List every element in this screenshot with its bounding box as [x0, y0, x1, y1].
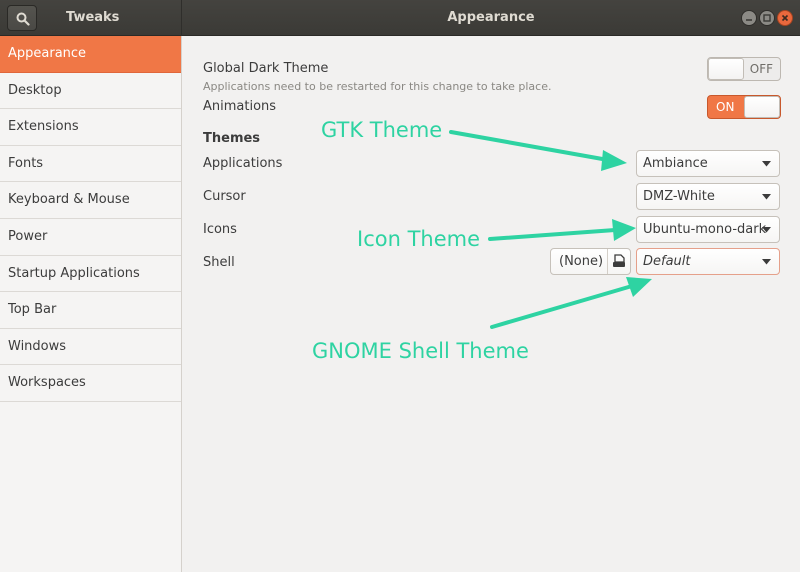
sidebar: Appearance Desktop Extensions Fonts Keyb… [0, 36, 182, 572]
global-dark-theme-label: Global Dark Theme [203, 61, 329, 76]
icons-theme-combo[interactable]: Ubuntu-mono-dark [636, 216, 780, 243]
page-title: Appearance [447, 10, 535, 25]
shell-label: Shell [203, 255, 235, 270]
sidebar-item-power[interactable]: Power [0, 219, 181, 256]
search-button[interactable] [7, 5, 37, 31]
sidebar-item-fonts[interactable]: Fonts [0, 146, 181, 183]
tweaks-window: Tweaks Appearance Appearance Desktop Ext… [0, 0, 800, 572]
switch-state-label: OFF [749, 62, 773, 76]
animations-label: Animations [203, 99, 277, 114]
cursor-theme-value: DMZ-White [643, 189, 715, 204]
header-left: Tweaks [0, 0, 182, 36]
chevron-down-icon [762, 259, 771, 265]
maximize-button[interactable] [759, 10, 775, 26]
switch-state-label: ON [716, 100, 735, 114]
cursor-theme-combo[interactable]: DMZ-White [636, 183, 780, 210]
animations-switch[interactable]: ON [707, 95, 781, 119]
button-separator [607, 249, 608, 274]
chevron-down-icon [762, 227, 771, 233]
sidebar-item-top-bar[interactable]: Top Bar [0, 292, 181, 329]
icons-theme-value: Ubuntu-mono-dark [643, 222, 767, 237]
close-button[interactable] [777, 10, 793, 26]
search-icon [16, 12, 30, 26]
shell-file-chooser-button[interactable]: (None) [550, 248, 631, 275]
applications-theme-combo[interactable]: Ambiance [636, 150, 780, 177]
document-open-icon [613, 254, 625, 267]
header-bar: Tweaks Appearance [0, 0, 800, 36]
shell-theme-combo[interactable]: Default [636, 248, 780, 275]
chevron-down-icon [762, 161, 771, 167]
gtk-theme-annotation: GTK Theme [321, 118, 443, 142]
themes-heading: Themes [203, 131, 261, 146]
restart-note: Applications need to be restarted for th… [203, 80, 552, 93]
sidebar-item-windows[interactable]: Windows [0, 329, 181, 366]
shell-theme-value: Default [643, 254, 691, 269]
minimize-icon [746, 19, 752, 21]
sidebar-item-startup-applications[interactable]: Startup Applications [0, 256, 181, 293]
maximize-icon [763, 14, 771, 22]
shell-file-label: (None) [559, 254, 604, 269]
main-content: Global Dark Theme Applications need to b… [183, 36, 800, 572]
cursor-label: Cursor [203, 189, 246, 204]
switch-knob [744, 96, 780, 118]
sidebar-item-appearance[interactable]: Appearance [0, 36, 181, 73]
sidebar-item-keyboard-mouse[interactable]: Keyboard & Mouse [0, 182, 181, 219]
icon-theme-annotation: Icon Theme [357, 227, 481, 251]
global-dark-theme-switch[interactable]: OFF [707, 57, 781, 81]
icons-label: Icons [203, 222, 237, 237]
applications-label: Applications [203, 156, 283, 171]
minimize-button[interactable] [741, 10, 757, 26]
sidebar-item-extensions[interactable]: Extensions [0, 109, 181, 146]
sidebar-item-desktop[interactable]: Desktop [0, 73, 181, 110]
close-icon [781, 14, 789, 22]
gnome-shell-theme-annotation: GNOME Shell Theme [312, 339, 529, 363]
chevron-down-icon [762, 194, 771, 200]
app-title: Tweaks [66, 10, 120, 25]
switch-knob [708, 58, 744, 80]
sidebar-item-workspaces[interactable]: Workspaces [0, 365, 181, 402]
applications-theme-value: Ambiance [643, 156, 708, 171]
